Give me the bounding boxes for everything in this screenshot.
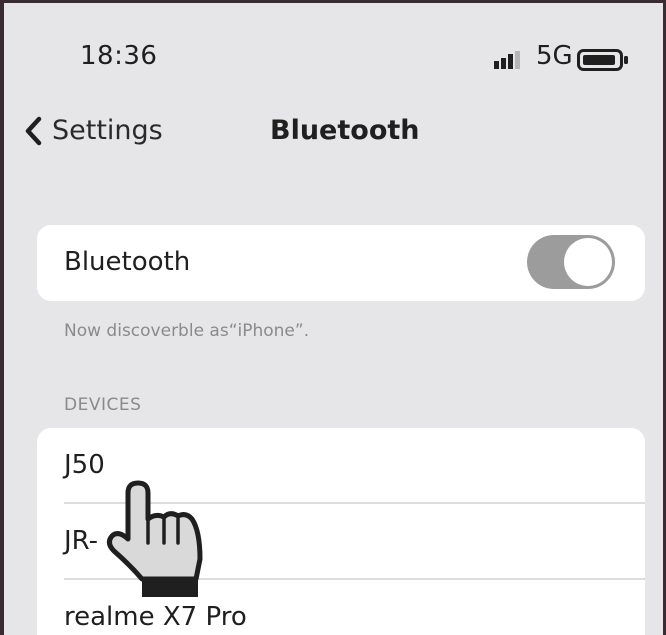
- devices-section-header: DEVICES: [64, 395, 142, 415]
- bluetooth-toggle[interactable]: [527, 235, 615, 289]
- phone-screen: 18:36 5G Settings Bluetooth Bluetooth No…: [0, 0, 666, 635]
- page-title: Bluetooth: [270, 115, 420, 146]
- toggle-knob: [564, 238, 612, 286]
- back-button[interactable]: Settings: [24, 115, 163, 146]
- navigation-bar: Settings Bluetooth: [4, 103, 663, 163]
- back-label: Settings: [52, 115, 163, 146]
- signal-bars-icon: [494, 51, 520, 69]
- status-bar: 18:36 5G: [4, 3, 663, 73]
- bluetooth-toggle-row: Bluetooth: [37, 225, 645, 301]
- network-type: 5G: [536, 41, 573, 71]
- battery-icon: [577, 49, 628, 71]
- status-time: 18:36: [80, 41, 158, 71]
- chevron-left-icon: [25, 116, 42, 145]
- bluetooth-label: Bluetooth: [64, 247, 191, 277]
- device-name: JR-: [64, 526, 99, 556]
- pointing-hand-icon: [106, 480, 203, 597]
- device-name: J50: [64, 450, 105, 480]
- device-name: realme X7 Pro: [64, 602, 247, 632]
- discoverable-note: Now discoverble as“iPhone”.: [64, 321, 310, 341]
